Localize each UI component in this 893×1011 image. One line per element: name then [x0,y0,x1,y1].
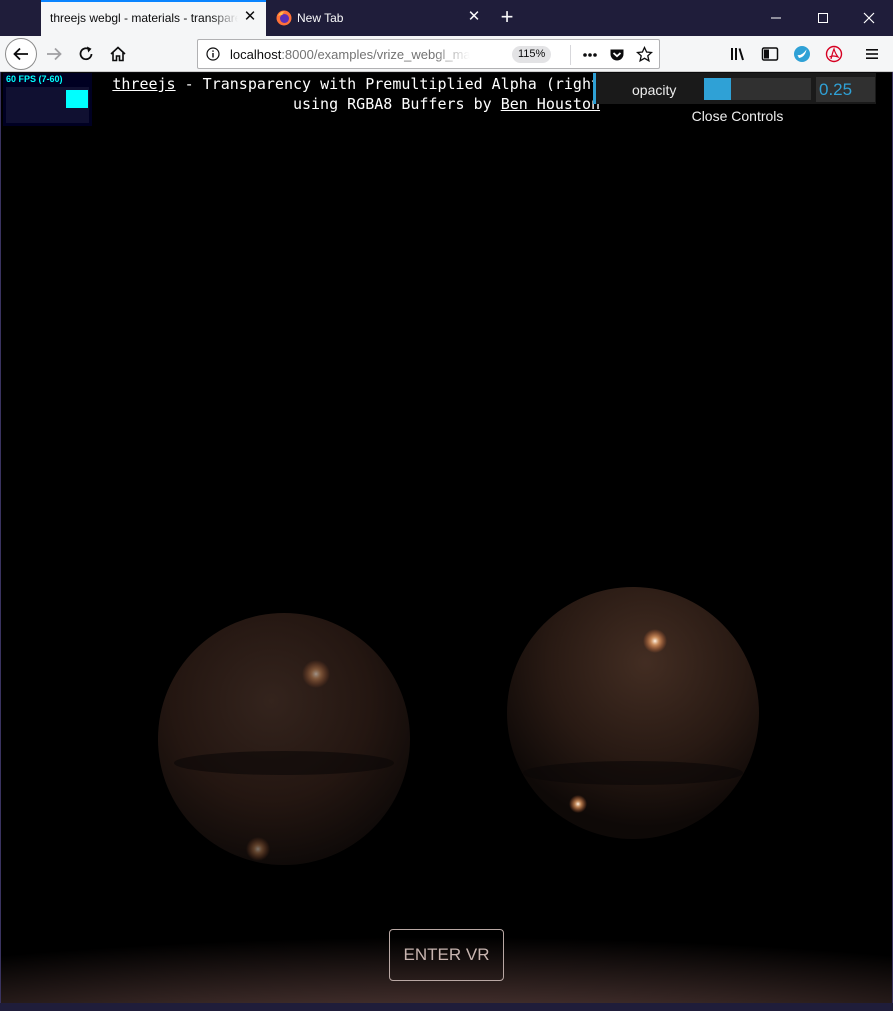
close-controls-button[interactable]: Close Controls [596,108,879,124]
info-line-2: using RGBA8 Buffers by [292,95,501,113]
tab-close-icon[interactable]: ✕ [467,9,481,24]
tab-strip: threejs webgl - materials - transparency… [0,0,893,36]
back-button[interactable] [5,38,37,70]
window-bottom-frame [0,1003,893,1011]
enter-vr-button[interactable]: ENTER VR [389,929,504,981]
sphere-right [507,587,759,839]
bookmark-star-icon[interactable] [636,46,653,63]
opacity-slider-fill [704,78,731,100]
fps-graph-bar [66,90,88,108]
url-separator [570,45,571,65]
author-link[interactable]: Ben Houston [501,95,600,113]
reload-button[interactable] [72,40,100,68]
info-icon[interactable] [206,47,220,61]
maximize-icon[interactable] [800,0,846,36]
menu-button[interactable] [858,40,886,68]
pocket-icon[interactable] [609,47,625,63]
opacity-value-input[interactable]: 0.25 [816,77,875,102]
tab-threejs[interactable]: threejs webgl - materials - transparency… [41,0,266,36]
hamburger-icon [866,49,878,59]
opacity-slider[interactable] [704,78,811,100]
tab-title: threejs webgl - materials - transparency [50,11,238,25]
scene-spheres [158,587,759,865]
page-actions-icon[interactable] [582,48,598,62]
firefox-icon [276,10,292,26]
tab-close-icon[interactable]: ✕ [243,9,257,24]
dat-gui-panel: opacity 0.25 [593,73,876,104]
opacity-label: opacity [632,82,677,98]
home-icon [110,46,126,62]
fps-readout: 60 FPS (7-60) [6,74,63,84]
arrow-right-icon [47,47,62,61]
library-icon [731,48,744,61]
tab-title: New Tab [297,11,344,25]
url-host: localhost [230,47,282,62]
sidebar-icon [761,47,779,61]
navigation-toolbar: localhost:8000/examples/vrize_webgl_mate… [0,36,893,72]
library-button[interactable] [725,40,753,68]
url-path: :8000/examples/vrize_webgl_materials_tra… [281,47,470,62]
extension-button[interactable] [788,40,816,68]
sidebar-button[interactable] [756,40,784,68]
fps-stats-panel[interactable]: 60 FPS (7-60) [3,73,92,126]
arrow-left-icon [13,47,28,61]
extension-button-2[interactable] [820,40,848,68]
pdf-extension-icon [825,45,843,63]
close-window-icon[interactable] [846,0,892,36]
sphere-left [158,613,410,865]
home-button[interactable] [104,40,132,68]
new-tab-plus-icon[interactable]: + [490,0,524,36]
threejs-link[interactable]: threejs [112,75,175,93]
forward-button[interactable] [40,40,68,68]
reload-icon [79,46,93,61]
minimize-icon[interactable] [753,0,799,36]
tab-new-tab[interactable]: New Tab ✕ [266,0,490,36]
url-text[interactable]: localhost:8000/examples/vrize_webgl_mate… [230,47,470,62]
zoom-indicator[interactable]: 115% [512,46,552,63]
bird-extension-icon [794,46,810,62]
webgl-canvas[interactable]: threejs - Transparency with Premultiplie… [1,73,892,1003]
url-bar[interactable]: localhost:8000/examples/vrize_webgl_mate… [197,39,660,69]
